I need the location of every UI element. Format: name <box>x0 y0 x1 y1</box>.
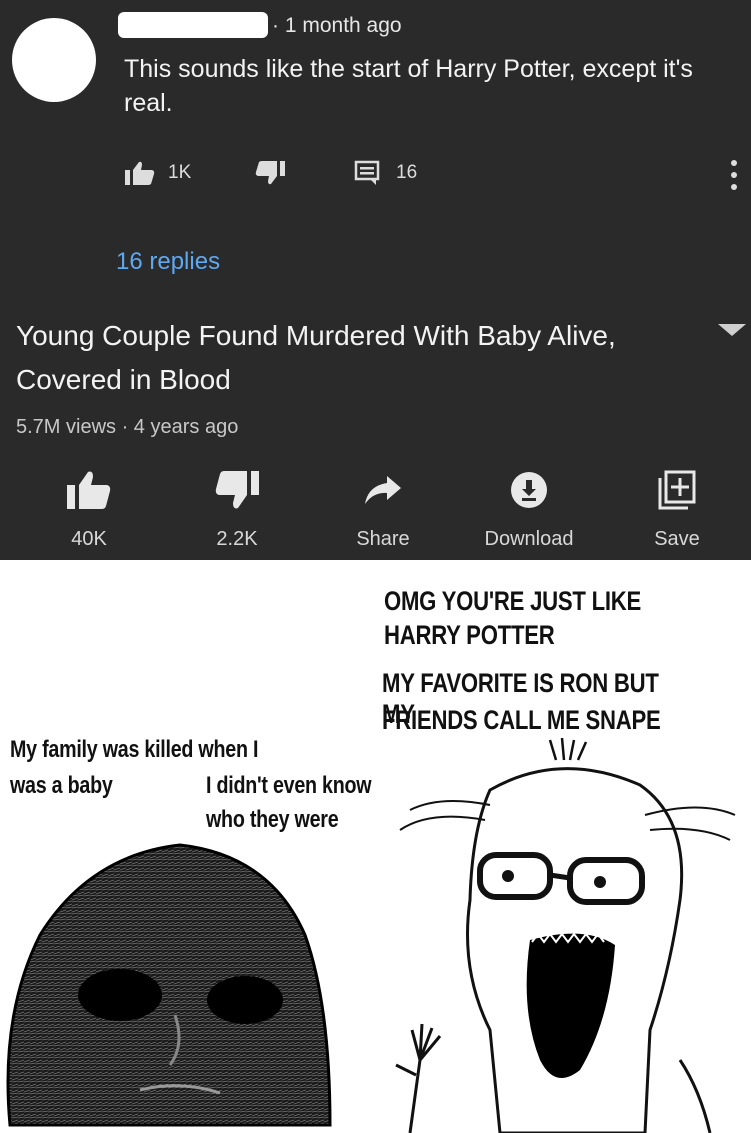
video-title[interactable]: Young Couple Found Murdered With Baby Al… <box>16 314 656 402</box>
wojak-caption-line-3: I didn't even know <box>206 772 372 799</box>
comment-like-count: 1K <box>168 162 192 183</box>
wojak-caption-line-1: My family was killed when I <box>10 736 259 763</box>
soyjak-caption-line-2: HARRY POTTER <box>384 620 555 650</box>
video-like-button[interactable]: 40K <box>24 470 154 551</box>
comment-reply-count: 16 <box>396 162 418 183</box>
download-icon <box>511 472 547 508</box>
video-like-count: 40K <box>71 528 107 550</box>
sad-wojak-drawing <box>6 843 332 1127</box>
comment-text: This sounds like the start of Harry Pott… <box>124 55 693 117</box>
meme-panel: OMG YOU'RE JUST LIKE HARRY POTTER MY FAV… <box>0 560 751 1133</box>
youtube-screenshot-panel: · 1 month ago This sounds like the start… <box>0 0 751 560</box>
commenter-avatar[interactable] <box>12 18 96 102</box>
video-dislike-button[interactable]: 2.2K <box>172 470 302 551</box>
soyjak-caption-line-1: OMG YOU'RE JUST LIKE <box>384 586 642 616</box>
view-replies-link[interactable]: 16 replies <box>116 248 220 276</box>
wojak-caption-line-2: was a baby <box>10 772 113 799</box>
comment-dislike-button[interactable] <box>254 158 286 188</box>
comment-timestamp: · 1 month ago <box>272 14 402 37</box>
video-views-and-age: 5.7M views · 4 years ago <box>16 416 239 438</box>
comment-like-button[interactable]: 1K <box>124 158 191 188</box>
video-download-button[interactable]: Download <box>464 470 594 551</box>
save-to-playlist-icon <box>658 470 696 510</box>
video-download-label: Download <box>484 528 574 550</box>
video-dislike-count: 2.2K <box>216 528 258 550</box>
thumbs-down-icon <box>215 471 259 509</box>
more-options-icon[interactable] <box>724 158 744 192</box>
share-icon <box>365 476 401 504</box>
soyjak-drawing <box>395 737 736 1133</box>
video-save-button[interactable]: Save <box>612 470 742 551</box>
video-save-label: Save <box>654 528 700 550</box>
video-share-button[interactable]: Share <box>318 470 448 551</box>
video-share-label: Share <box>356 528 410 550</box>
comment-reply-button[interactable]: 16 <box>354 158 417 188</box>
reply-comment-icon <box>354 160 380 185</box>
redacted-username <box>118 12 268 38</box>
expand-description-icon[interactable] <box>716 320 748 338</box>
thumbs-up-icon <box>67 471 111 509</box>
thumbs-down-icon <box>255 161 285 185</box>
thumbs-up-icon <box>125 161 155 185</box>
